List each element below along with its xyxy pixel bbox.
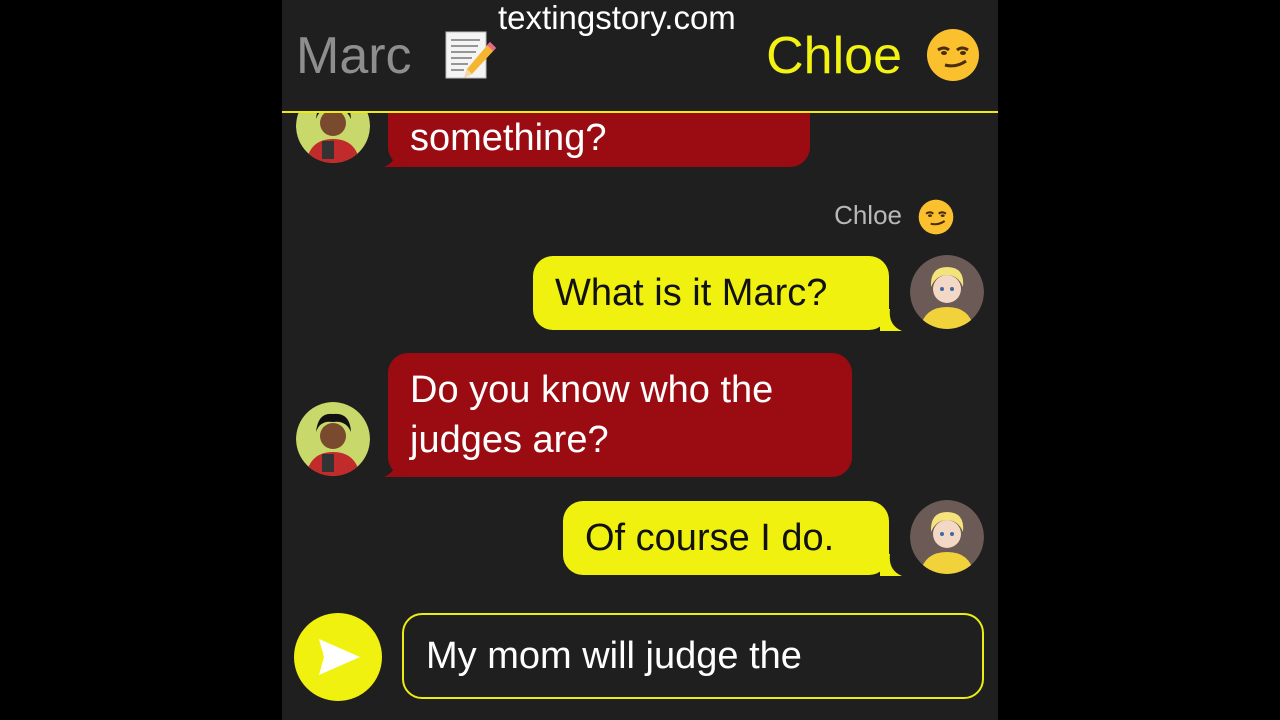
avatar-marc	[296, 402, 370, 476]
bubble-tail	[384, 455, 406, 477]
message-text: What is it Marc?	[555, 272, 828, 314]
message-bubble-outgoing[interactable]: What is it Marc?	[533, 256, 889, 330]
bubble-tail	[880, 309, 902, 331]
watermark: textingstory.com	[498, 0, 736, 36]
bubble-tail	[880, 554, 902, 576]
chat-screen: Marc Chloe textingstory.com something? C…	[282, 0, 998, 720]
sender-label: Chloe	[834, 200, 902, 230]
message-text: Of course I do.	[585, 517, 835, 559]
message-bubble-outgoing[interactable]: Of course I do.	[563, 501, 889, 575]
message-input[interactable]: My mom will judge the	[402, 613, 984, 699]
marc-avatar-image	[296, 402, 370, 476]
chloe-avatar-image	[910, 255, 984, 329]
message-bubble-incoming[interactable]: Do you know who the judges are?	[388, 353, 852, 477]
avatar-chloe	[910, 255, 984, 329]
notepad-pencil-icon	[445, 31, 496, 79]
chloe-avatar-image	[910, 500, 984, 574]
message-text: something?	[410, 117, 607, 159]
smirk-emoji-icon	[918, 199, 954, 235]
avatar-marc	[296, 113, 370, 163]
message-text-line: judges are?	[410, 419, 609, 461]
send-button[interactable]	[294, 613, 382, 701]
avatar-chloe	[910, 500, 984, 574]
contact-name-chloe[interactable]: Chloe	[766, 26, 902, 86]
message-bubble-incoming[interactable]: something?	[388, 113, 810, 167]
contact-name-marc[interactable]: Marc	[296, 26, 412, 86]
smirk-emoji-icon	[927, 29, 979, 81]
send-arrow-icon	[319, 639, 360, 675]
message-text-line: Do you know who the	[410, 369, 774, 411]
marc-avatar-image	[296, 113, 370, 163]
